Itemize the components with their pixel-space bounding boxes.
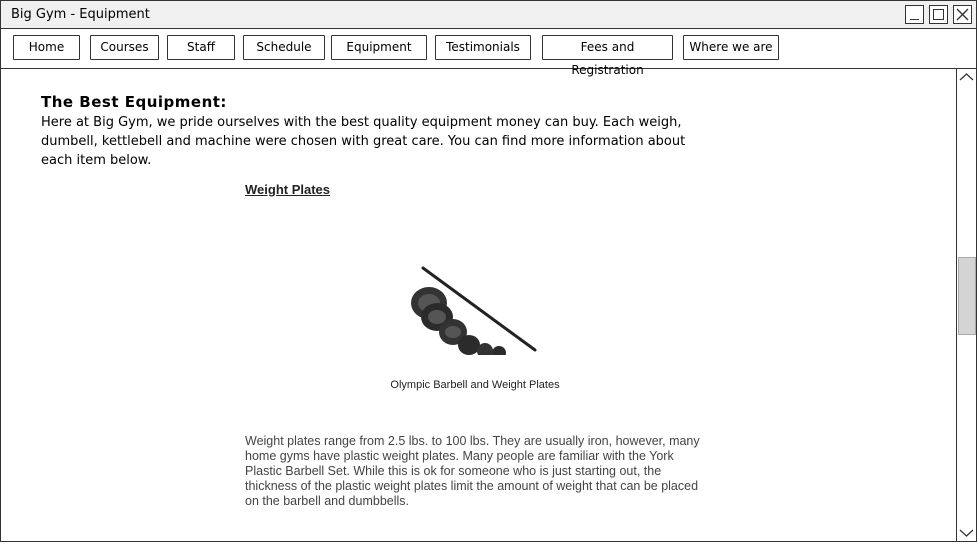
nav-fees-registration-button[interactable]: Fees and Registration [542, 35, 673, 77]
section-title: Weight Plates [245, 182, 331, 197]
close-icon [956, 8, 969, 21]
scroll-up-button[interactable] [957, 70, 976, 84]
scroll-down-button[interactable] [957, 526, 976, 540]
nav-home-button[interactable]: Home [13, 35, 80, 60]
nav-staff-button[interactable]: Staff [167, 35, 235, 60]
section-description: Weight plates range from 2.5 lbs. to 100… [245, 434, 700, 508]
scrollbar-thumb[interactable] [958, 257, 976, 335]
page-heading: The Best Equipment: [41, 93, 227, 111]
nav-equipment-button[interactable]: Equipment [331, 35, 427, 60]
chevron-down-icon [959, 529, 974, 537]
nav-testimonials-button[interactable]: Testimonials [435, 35, 531, 60]
nav-bar: Home Courses Staff Schedule Equipment Te… [1, 29, 976, 77]
minimize-button[interactable] [905, 5, 924, 24]
image-caption: Olympic Barbell and Weight Plates [390, 379, 560, 391]
title-bar: Big Gym - Equipment [1, 1, 976, 29]
nav-schedule-button[interactable]: Schedule [243, 35, 325, 60]
intro-paragraph: Here at Big Gym, we pride ourselves with… [41, 115, 686, 168]
nav-courses-button[interactable]: Courses [90, 35, 159, 60]
close-button[interactable] [953, 5, 972, 24]
page-content: The Best Equipment: Here at Big Gym, we … [1, 69, 956, 541]
chevron-up-icon [959, 73, 974, 81]
vertical-scrollbar[interactable] [956, 69, 976, 541]
nav-where-we-are-button[interactable]: Where we are [683, 35, 779, 60]
app-window: Big Gym - Equipment Home Courses Staff S… [0, 0, 977, 542]
barbell-image [407, 265, 543, 360]
maximize-button[interactable] [929, 5, 948, 24]
window-title: Big Gym - Equipment [11, 7, 150, 22]
